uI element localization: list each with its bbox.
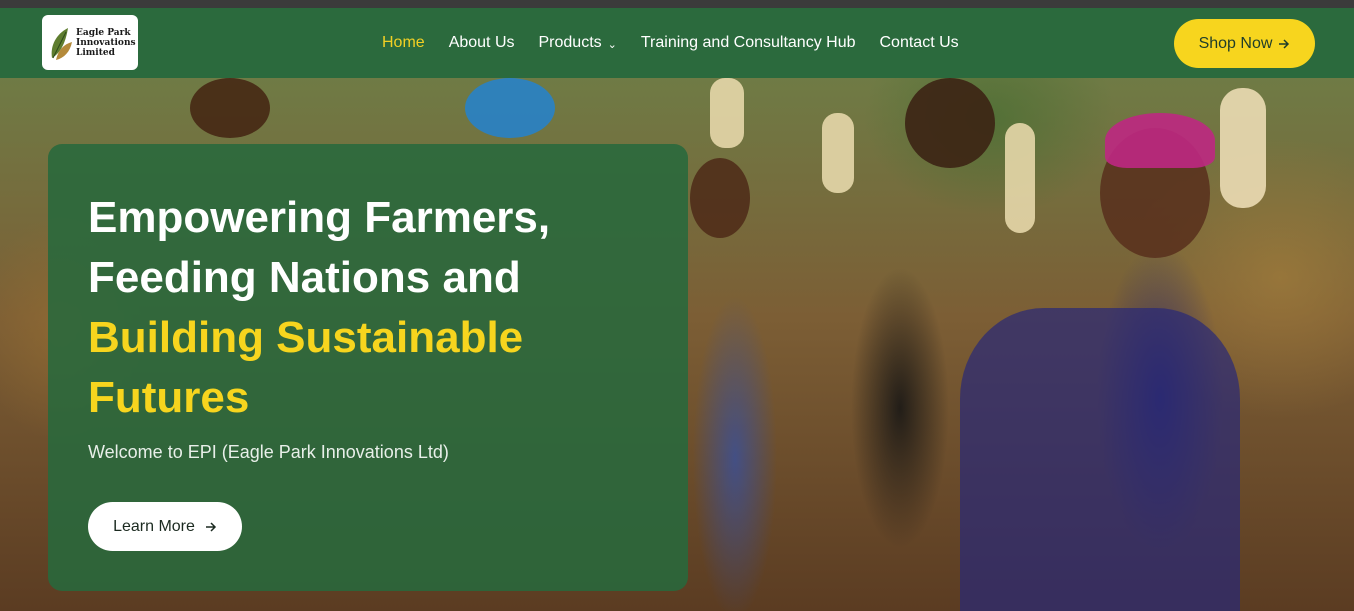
hero-subtitle: Welcome to EPI (Eagle Park Innovations L… [88,442,449,462]
logo-text: Eagle Park Innovations Limited [76,27,136,58]
headline-line-4: Futures [88,373,250,422]
learn-more-label: Learn More [113,517,195,535]
headline-line-1: Empowering Farmers, [88,193,551,242]
hero-headline: Empowering Farmers, Feeding Nations and … [88,188,648,428]
nav-products-label: Products [538,34,602,51]
nav-products[interactable]: Products ⌄ [539,34,617,52]
shop-now-button[interactable]: Shop Now [1174,19,1315,68]
arrow-right-icon [205,521,216,532]
top-strip [0,0,1354,8]
nav-training-consultancy-hub[interactable]: Training and Consultancy Hub [641,34,856,52]
shop-now-label: Shop Now [1198,34,1273,52]
leaf-logo-icon [51,27,72,60]
nav-home[interactable]: Home [382,34,425,52]
arrow-right-icon [1279,38,1290,49]
site-header: Eagle Park Innovations Limited Home Abou… [0,8,1354,78]
chevron-down-icon: ⌄ [607,38,617,51]
nav-contact-us[interactable]: Contact Us [880,34,959,52]
logo[interactable]: Eagle Park Innovations Limited [42,15,138,70]
headline-line-2: Feeding Nations and [88,253,521,302]
nav-about-us[interactable]: About Us [449,34,515,52]
learn-more-button[interactable]: Learn More [88,502,242,551]
headline-line-3: Building Sustainable [88,313,524,362]
main-nav: Home About Us Products ⌄ Training and Co… [382,8,959,78]
hero-card: Empowering Farmers, Feeding Nations and … [48,144,688,591]
hero-section: Empowering Farmers, Feeding Nations and … [0,78,1354,611]
